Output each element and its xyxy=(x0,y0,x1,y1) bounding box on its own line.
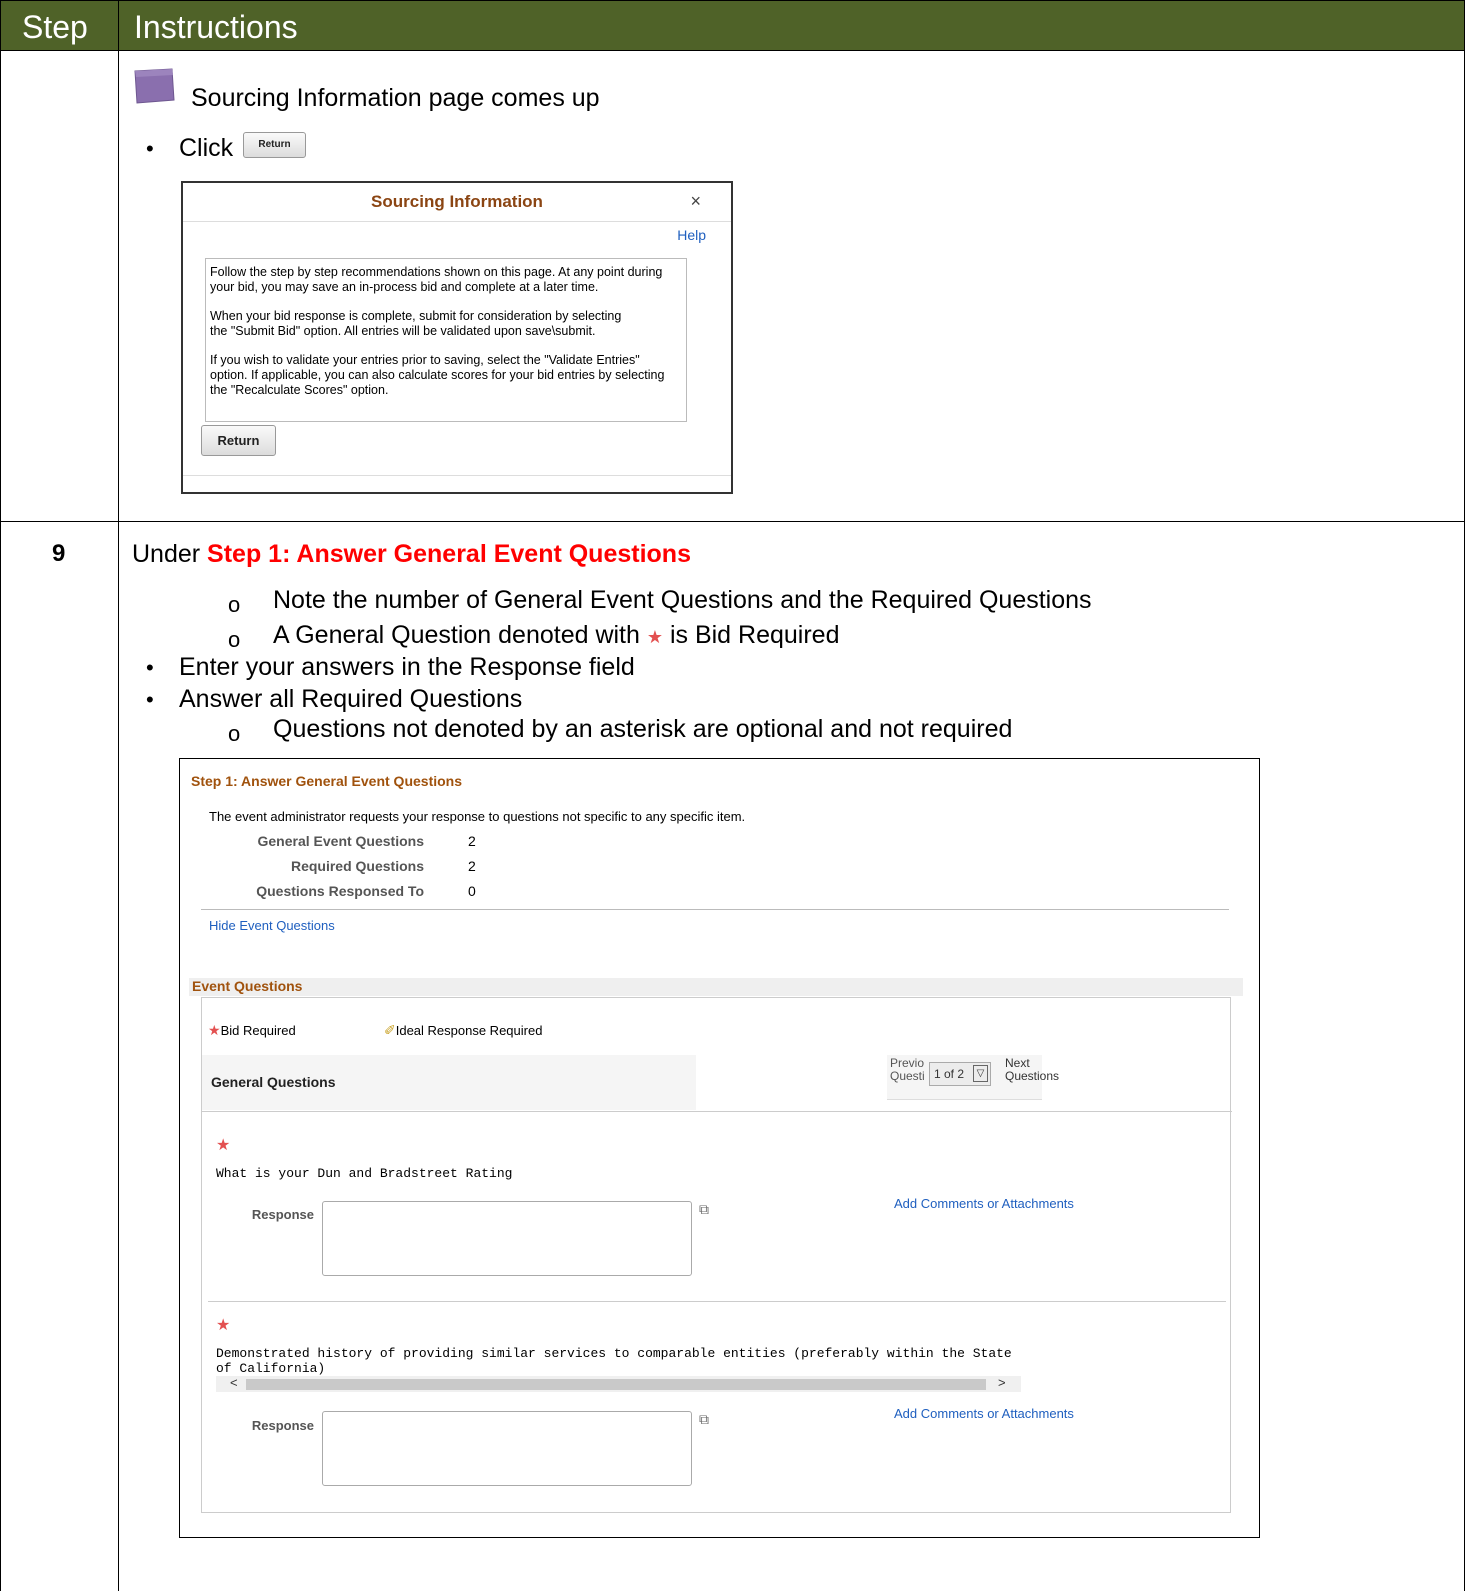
under-line: Under Step 1: Answer General Event Quest… xyxy=(132,540,691,569)
bid-required-star-icon: ★ xyxy=(208,1022,221,1038)
separator xyxy=(201,909,1229,910)
dialog-para-3: If you wish to validate your entries pri… xyxy=(210,353,665,397)
separator xyxy=(208,1301,1226,1302)
scroll-left-icon[interactable]: < xyxy=(230,1375,238,1390)
event-questions-heading: Event Questions xyxy=(192,978,303,994)
bullet-1: Enter your answers in the Response field xyxy=(179,653,635,681)
table-right-border xyxy=(1464,51,1465,1591)
sub-bullet-2a: A General Question denoted with xyxy=(273,621,647,649)
dialog-message-box: Follow the step by step recommendations … xyxy=(205,258,687,422)
circle-bullet: o xyxy=(228,592,241,617)
q1-response-label: Response xyxy=(251,1207,314,1222)
dialog-para-2: When your bid response is complete, subm… xyxy=(210,309,622,338)
dialog-para-1: Follow the step by step recommendations … xyxy=(210,265,663,294)
bullet-dot: • xyxy=(146,655,154,680)
bullet-dot: • xyxy=(146,687,154,712)
q1-response-input[interactable] xyxy=(322,1201,692,1276)
header-instructions: Instructions xyxy=(134,9,298,45)
table-left-border xyxy=(0,51,1,1591)
q2-response-input[interactable] xyxy=(322,1411,692,1486)
header-step: Step xyxy=(22,9,88,45)
stat-label-general: General Event Questions xyxy=(257,833,425,849)
sourcing-caption: Sourcing Information page comes up xyxy=(191,84,600,112)
header-divider xyxy=(118,0,119,51)
stat-label-responded: Questions Responsed To xyxy=(256,883,424,899)
dialog-title: Sourcing Information xyxy=(183,183,731,222)
sub-bullet-2: A General Question denoted with ★ is Bid… xyxy=(273,621,839,650)
bullet-dot: • xyxy=(146,136,154,161)
required-star-icon: ★ xyxy=(646,627,663,647)
q2-add-comments-link[interactable]: Add Comments or Attachments xyxy=(894,1406,1074,1421)
stat-value-responded: 0 xyxy=(468,883,476,899)
legend-ideal-label: Ideal Response Required xyxy=(395,1023,543,1038)
click-text: Click xyxy=(179,134,234,162)
under-text: Under xyxy=(132,540,208,568)
help-link[interactable]: Help xyxy=(677,227,706,243)
step-number: 9 xyxy=(52,540,66,567)
separator xyxy=(202,1111,1232,1112)
sub-bullet-3: Questions not denoted by an asterisk are… xyxy=(273,715,1013,743)
legend-bid-required: ★Bid Required xyxy=(208,1022,296,1039)
close-icon[interactable]: × xyxy=(690,191,701,212)
expand-editor-icon[interactable]: ⧉ xyxy=(699,1411,709,1428)
q1-required-star-icon: ★ xyxy=(216,1137,231,1154)
panel-title: Step 1: Answer General Event Questions xyxy=(191,773,463,789)
return-button-small[interactable]: Return xyxy=(243,132,306,158)
legend-bid-label: Bid Required xyxy=(220,1023,296,1038)
expand-editor-icon[interactable]: ⧉ xyxy=(699,1201,709,1218)
return-button[interactable]: Return xyxy=(201,425,276,456)
q2-text-line1: Demonstrated history of providing simila… xyxy=(216,1346,1012,1361)
sub-bullet-2b: is Bid Required xyxy=(663,621,840,649)
step1-panel: Step 1: Answer General Event Questions T… xyxy=(179,758,1260,1538)
row-divider xyxy=(0,521,1465,522)
event-questions-box: ★Bid Required ✐Ideal Response Required G… xyxy=(201,997,1232,1513)
next-questions-link[interactable]: Next Questions xyxy=(1005,1057,1059,1083)
hide-event-questions-link[interactable]: Hide Event Questions xyxy=(209,918,335,933)
under-highlight: Step 1: Answer General Event Questions xyxy=(207,540,691,568)
pager-value: 1 of 2 xyxy=(934,1067,965,1081)
q1-add-comments-link[interactable]: Add Comments or Attachments xyxy=(894,1196,1074,1211)
horizontal-scrollbar[interactable]: < > xyxy=(216,1375,1021,1392)
q2-response-label: Response xyxy=(251,1418,314,1433)
general-questions-title: General Questions xyxy=(211,1074,336,1090)
circle-bullet: o xyxy=(228,627,241,652)
stat-value-general: 2 xyxy=(468,833,476,849)
panel-intro: The event administrator requests your re… xyxy=(209,809,746,824)
pager-select[interactable]: 1 of 2 ▽ xyxy=(929,1062,991,1086)
bullet-2: Answer all Required Questions xyxy=(179,685,523,713)
stat-value-required: 2 xyxy=(468,858,476,874)
table-col-divider xyxy=(118,51,119,1591)
q2-required-star-icon: ★ xyxy=(216,1317,231,1334)
previous-questions-link[interactable]: Previo Questi xyxy=(890,1057,930,1083)
dialog-footer-line xyxy=(183,475,731,476)
circle-bullet: o xyxy=(228,721,241,746)
scrollbar-thumb[interactable] xyxy=(246,1379,986,1390)
ideal-response-icon: ✐ xyxy=(384,1022,396,1038)
legend-ideal-response: ✐Ideal Response Required xyxy=(384,1022,542,1039)
q1-text: What is your Dun and Bradstreet Rating xyxy=(216,1166,513,1181)
sub-bullet-1: Note the number of General Event Questio… xyxy=(273,586,1092,614)
sticky-note-icon xyxy=(132,67,176,105)
scroll-right-icon[interactable]: > xyxy=(998,1375,1006,1390)
event-questions-bar xyxy=(189,978,1243,996)
prev-label-2: Questi xyxy=(890,1069,925,1083)
stat-label-required: Required Questions xyxy=(290,858,424,874)
sourcing-dialog: Sourcing Information × Help Follow the s… xyxy=(181,181,733,494)
next-label-2: Questions xyxy=(1005,1069,1060,1083)
q2-text-line2: of California) xyxy=(216,1361,326,1376)
chevron-down-icon: ▽ xyxy=(973,1065,988,1082)
